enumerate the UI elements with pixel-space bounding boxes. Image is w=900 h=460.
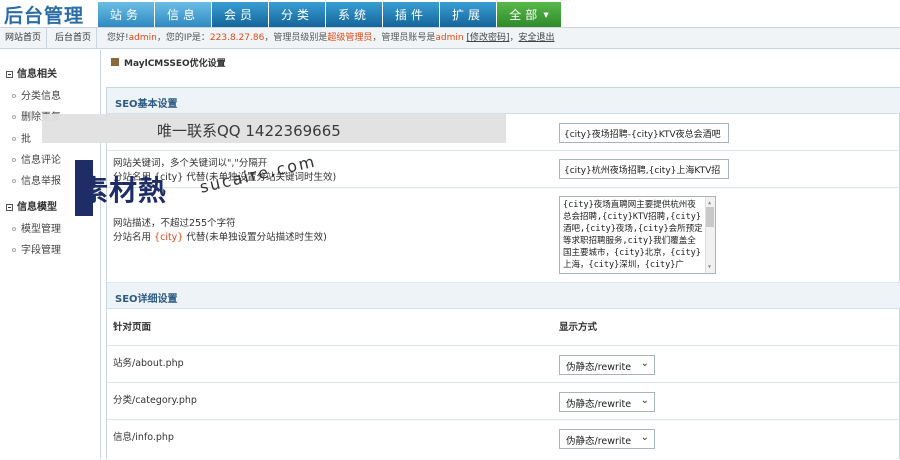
change-password-link[interactable]: [修改密码]	[466, 33, 509, 43]
collapse-icon	[6, 70, 13, 78]
caret-down-icon: ▼	[543, 10, 549, 19]
table-header-row: 针对页面 显示方式	[107, 310, 900, 346]
col-header-mode: 显示方式	[559, 322, 598, 333]
table-row: 站务/about.php 伪静态/rewrite ⌄	[107, 346, 900, 383]
desc-label-b: 代替(未单独设置分站描述时生效)	[186, 232, 327, 243]
select-value: 伪静态/rewrite	[566, 399, 632, 410]
nav-item-站务[interactable]: 站务	[98, 2, 154, 27]
bullet-icon	[12, 248, 16, 252]
section-header-detail: SEO详细设置	[107, 283, 900, 309]
sidebar-item[interactable]: 信息评论	[12, 151, 61, 166]
bullet-icon	[12, 227, 16, 231]
main-content: MaylCMSSEO优化设置 SEO基本设置 {city}夜场招聘-{city}…	[102, 50, 900, 459]
bullet-icon	[12, 94, 16, 98]
home-icon	[111, 58, 119, 66]
nav-item-会员[interactable]: 会员	[212, 2, 268, 27]
nav-item-系统[interactable]: 系统	[326, 2, 382, 27]
textarea-scrollbar[interactable]	[705, 197, 715, 273]
nav-item-all[interactable]: 全部 ▼	[497, 2, 561, 27]
mode-select[interactable]: 伪静态/rewrite ⌄	[559, 355, 655, 375]
description-row: 网站描述，不超过255个字符 分站名用 {city} 代替(未单独设置分站描述时…	[107, 188, 900, 283]
scrollbar-thumb[interactable]	[706, 207, 714, 227]
sidebar-item[interactable]: 分类信息	[12, 87, 61, 102]
bullet-icon	[12, 179, 16, 183]
chevron-down-icon: ⌄	[640, 395, 649, 406]
collapse-icon	[6, 203, 13, 211]
top-bar: 后台管理 站务 信息 会员 分类 系统 插件 扩展 全部 ▼	[0, 0, 900, 27]
page-name: 信息/info.php	[113, 432, 174, 443]
sidebar-item-label: 分类信息	[21, 91, 61, 102]
mode-select[interactable]: 伪静态/rewrite ⌄	[559, 392, 655, 412]
app-logo: 后台管理	[4, 5, 85, 27]
account-label: ，管理员账号是	[372, 33, 436, 43]
page-title: MaylCMSSEO优化设置	[124, 59, 226, 69]
chevron-down-icon: ⌄	[640, 358, 649, 369]
sidebar-item[interactable]: 字段管理	[12, 241, 61, 256]
nav-all-label: 全部	[509, 8, 542, 22]
sidebar-item-label: 信息评论	[21, 155, 61, 166]
ip-label: ，您的IP是：	[156, 33, 210, 43]
bullet-icon	[12, 137, 16, 141]
table-row: 信息/info.php 伪静态/rewrite ⌄	[107, 420, 900, 460]
hello-text: 您好!	[107, 33, 129, 43]
sidebar-item-label: 信息举报	[21, 176, 61, 187]
nav-item-信息[interactable]: 信息	[155, 2, 211, 27]
description-textarea[interactable]: {city}夜场直聘网主要提供杭州夜总会招聘,{city}KTV招聘,{city…	[559, 196, 716, 274]
account-value: admin	[435, 33, 464, 43]
description-label-line1: 网站描述，不超过255个字符	[113, 218, 236, 229]
description-text: {city}夜场直聘网主要提供杭州夜总会招聘,{city}KTV招聘,{city…	[563, 200, 703, 270]
bullet-icon	[12, 158, 16, 162]
desc-label-a: 分站名用	[113, 232, 152, 243]
username: admin	[128, 33, 157, 43]
sidebar-group-info[interactable]: 信息相关	[6, 65, 57, 80]
page-name: 站务/about.php	[113, 358, 184, 369]
description-label-line2: 分站名用 {city} 代替(未单独设置分站描述时生效)	[113, 231, 327, 245]
section-title: SEO基本设置	[115, 99, 178, 110]
sub-bar: 网站首页 后台首页 您好!admin，您的IP是：223.8.27.86，管理员…	[0, 27, 900, 49]
watermark-contact: 唯一联系QQ 1422369665	[157, 122, 341, 140]
select-value: 伪静态/rewrite	[566, 436, 632, 447]
watermark-banner: 唯一联系QQ 1422369665	[42, 114, 506, 143]
mode-select[interactable]: 伪静态/rewrite ⌄	[559, 429, 655, 449]
select-value: 伪静态/rewrite	[566, 362, 632, 373]
watermark-logo: 素材熱	[75, 160, 197, 216]
watermark-brand: 素材熱	[80, 174, 168, 207]
sidebar-item[interactable]: 批	[12, 130, 31, 145]
description-label: 网站描述，不超过255个字符 分站名用 {city} 代替(未单独设置分站描述时…	[113, 217, 327, 245]
sidebar-item-label: 批	[21, 134, 31, 145]
site-title-input[interactable]: {city}夜场招聘-{city}KTV夜总会酒吧	[559, 123, 729, 143]
level-value: 超级管理员	[327, 33, 373, 43]
nav-item-插件[interactable]: 插件	[383, 2, 439, 27]
main-nav: 站务 信息 会员 分类 系统 插件 扩展 全部 ▼	[98, 2, 562, 27]
logout-link[interactable]: 安全退出	[518, 33, 554, 43]
sidebar-group-model[interactable]: 信息模型	[6, 198, 57, 213]
sidebar: 信息相关 分类信息 删除更复 批 信息评论 信息举报 信息模型 模型管理 字段管…	[0, 50, 101, 459]
sidebar-item[interactable]: 信息举报	[12, 172, 61, 187]
section-title: SEO详细设置	[115, 294, 178, 305]
chevron-down-icon: ⌄	[640, 432, 649, 443]
sidebar-group-label: 信息相关	[17, 69, 57, 80]
level-label: ，管理员级别是	[264, 33, 328, 43]
nav-item-扩展[interactable]: 扩展	[440, 2, 496, 27]
page-name: 分类/category.php	[113, 395, 197, 406]
city-token: {city}	[154, 232, 184, 243]
keywords-input[interactable]: {city}杭州夜场招聘,{city}上海KTV招	[559, 159, 729, 179]
sidebar-item-label: 字段管理	[21, 245, 61, 256]
admin-info: 您好!admin，您的IP是：223.8.27.86，管理员级别是超级管理员，管…	[107, 33, 555, 43]
sidebar-item[interactable]: 模型管理	[12, 220, 61, 235]
tab-site-home[interactable]: 网站首页	[0, 28, 48, 49]
section-header-basic: SEO基本设置	[107, 88, 900, 114]
table-row: 分类/category.php 伪静态/rewrite ⌄	[107, 383, 900, 420]
col-header-page: 针对页面	[113, 322, 152, 333]
breadcrumb: MaylCMSSEO优化设置	[102, 50, 900, 74]
sidebar-group-label: 信息模型	[17, 202, 57, 213]
sidebar-item-label: 模型管理	[21, 224, 61, 235]
ip-value: 223.8.27.86	[209, 33, 265, 43]
tab-admin-home[interactable]: 后台首页	[50, 28, 98, 49]
nav-item-分类[interactable]: 分类	[269, 2, 325, 27]
bullet-icon	[12, 115, 16, 119]
